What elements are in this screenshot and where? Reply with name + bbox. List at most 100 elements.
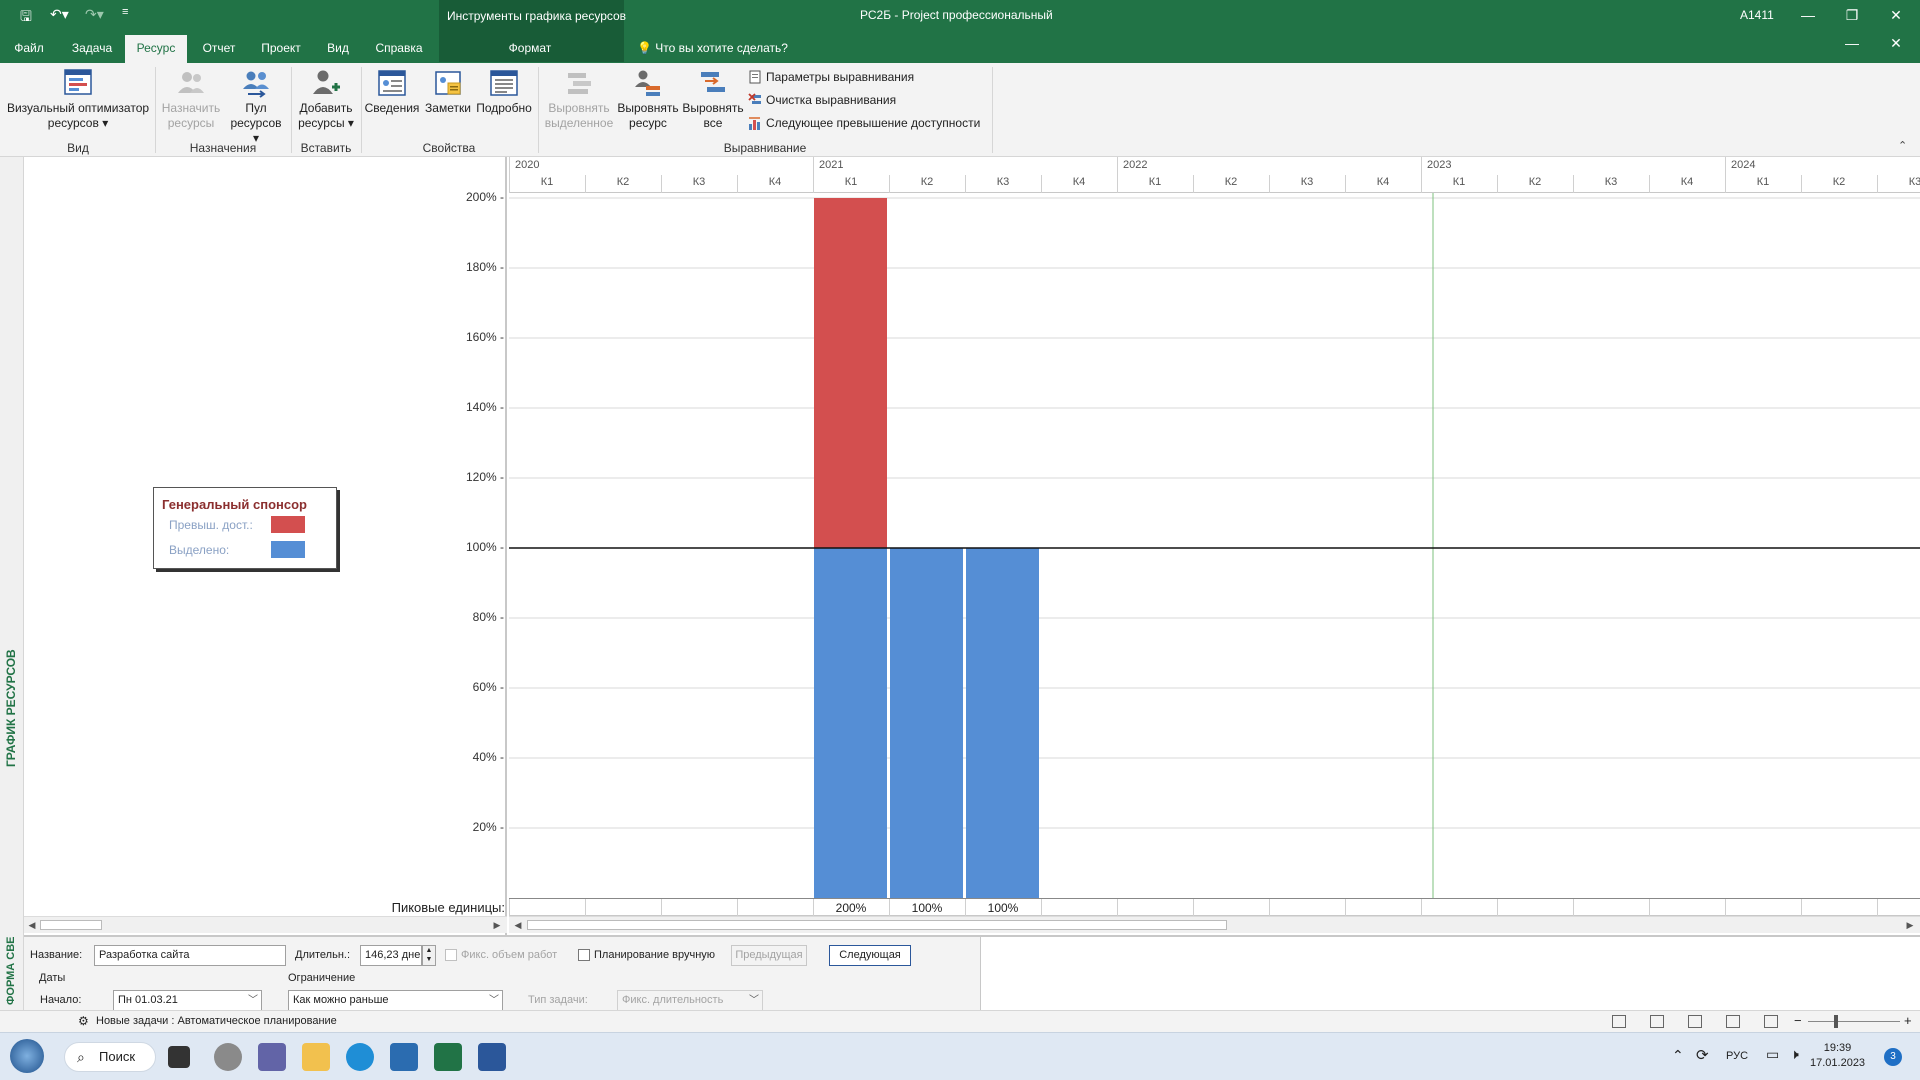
peak-divider <box>1269 899 1270 916</box>
zoom-slider-track[interactable] <box>1808 1021 1900 1022</box>
information-button[interactable]: Сведения <box>364 67 420 116</box>
visual-optimizer-button[interactable]: Визуальный оптимизатор ресурсов ▾ <box>4 67 152 131</box>
scroll-left-arrow[interactable]: ◀ <box>26 919 38 931</box>
peak-divider <box>1497 899 1498 916</box>
scroll-thumb[interactable] <box>40 920 102 930</box>
chart-hscroll[interactable]: ◀ ▶ <box>509 916 1920 933</box>
level-all-button[interactable]: Выровнять все <box>680 67 746 131</box>
fixed-work-checkbox[interactable] <box>445 949 457 961</box>
task-name-input[interactable]: Разработка сайта <box>94 945 286 966</box>
start-date-select[interactable]: Пн 01.03.21 ﹀ <box>113 990 262 1011</box>
minimize-button[interactable]: — <box>1788 3 1828 27</box>
level-selection-button[interactable]: Выровнять выделенное <box>542 67 616 131</box>
view-resource-sheet-icon[interactable] <box>1726 1015 1740 1028</box>
edge-icon[interactable] <box>346 1043 374 1071</box>
view-task-usage-icon[interactable] <box>1650 1015 1664 1028</box>
tab-format[interactable]: Формат <box>475 35 585 63</box>
add-resources-button[interactable]: Добавить ресурсы ▾ <box>294 67 358 131</box>
next-overallocation-button[interactable]: Следующее превышение доступности <box>748 116 980 130</box>
ribbon-minimize-button[interactable]: — <box>1832 31 1872 55</box>
redo-icon[interactable]: ↷▾ <box>85 6 104 23</box>
group-label-insert: Вставить <box>300 141 352 155</box>
resource-graph-plot <box>509 193 1920 898</box>
timescale-quarter: К1 <box>1756 176 1770 188</box>
taskbar-clock[interactable]: 19:39 17.01.2023 <box>1810 1041 1865 1071</box>
resource-pool-button[interactable]: Пул ресурсов ▾ <box>226 67 286 146</box>
tab-report[interactable]: Отчет <box>196 35 242 63</box>
timescale-quarter: К2 <box>1528 176 1542 188</box>
view-gantt-icon[interactable] <box>1612 1015 1626 1028</box>
tab-task[interactable]: Задача <box>68 35 116 63</box>
timescale-divider <box>889 175 890 193</box>
restore-button[interactable]: ❐ <box>1832 3 1872 27</box>
zoom-slider-thumb[interactable] <box>1834 1015 1838 1028</box>
notes-button[interactable]: Заметки <box>422 67 474 116</box>
sync-icon[interactable]: ⟳ <box>1696 1046 1709 1064</box>
zoom-in-button[interactable]: + <box>1904 1013 1912 1028</box>
collapse-ribbon-icon[interactable]: ⌃ <box>1898 139 1907 152</box>
volume-icon[interactable]: 🕨 <box>1790 1046 1799 1063</box>
tab-file[interactable]: Файл <box>6 35 52 63</box>
scroll-thumb[interactable] <box>527 920 1227 930</box>
store-icon[interactable] <box>390 1043 418 1071</box>
constraint-select[interactable]: Как можно раньше ﹀ <box>288 990 503 1011</box>
doc-close-button[interactable]: ✕ <box>1876 31 1916 55</box>
view-team-planner-icon[interactable] <box>1688 1015 1702 1028</box>
task-type-select[interactable]: Фикс. длительность ﹀ <box>617 990 763 1011</box>
fixed-work-label: Фикс. объем работ <box>461 949 558 961</box>
widgets-icon[interactable] <box>214 1043 242 1071</box>
view-report-icon[interactable] <box>1764 1015 1778 1028</box>
status-text[interactable]: Новые задачи : Автоматическое планирован… <box>96 1015 337 1027</box>
user-name[interactable]: А1411 <box>1740 8 1774 22</box>
task-view-icon[interactable] <box>168 1046 190 1068</box>
assign-resources-button[interactable]: Назначить ресурсы <box>158 67 224 131</box>
manual-schedule-checkbox[interactable] <box>578 949 590 961</box>
undo-icon[interactable]: ↶▾ <box>50 6 69 23</box>
word-icon[interactable] <box>478 1043 506 1071</box>
previous-button[interactable]: Предыдущая <box>731 945 807 966</box>
status-bar: ⚙ Новые задачи : Автоматическое планиров… <box>0 1010 1920 1032</box>
tab-resource[interactable]: Ресурс <box>125 35 187 63</box>
details-button[interactable]: Подробно <box>474 67 534 116</box>
tab-project[interactable]: Проект <box>255 35 307 63</box>
start-date-value: Пн 01.03.21 <box>118 994 178 1006</box>
close-button[interactable]: ✕ <box>1876 3 1916 27</box>
start-icon[interactable] <box>10 1039 44 1073</box>
clear-leveling-icon <box>748 93 761 104</box>
allocated-bar <box>814 548 887 898</box>
constraint-section-label: Ограничение <box>288 972 356 984</box>
assign-people-icon <box>178 72 204 93</box>
teams-icon[interactable] <box>258 1043 286 1071</box>
task-name-label: Название: <box>30 949 83 961</box>
taskbar-search[interactable]: ⌕ Поиск <box>64 1042 156 1072</box>
peak-units-row: 200% 100% 100% <box>509 898 1920 916</box>
scroll-right-arrow[interactable]: ▶ <box>1904 919 1916 931</box>
scroll-right-arrow[interactable]: ▶ <box>491 919 503 931</box>
zoom-out-button[interactable]: − <box>1794 1013 1802 1028</box>
save-icon[interactable]: 🖫 <box>20 6 32 30</box>
peak-divider <box>1877 899 1878 916</box>
customize-qa-icon[interactable]: ≡ <box>122 6 128 18</box>
notification-badge[interactable]: 3 <box>1884 1048 1902 1066</box>
monitor-icon[interactable]: ▭ <box>1766 1046 1779 1063</box>
duration-stepper[interactable]: ▲ ▼ <box>422 945 436 966</box>
scroll-left-arrow[interactable]: ◀ <box>512 919 524 931</box>
project-app-icon[interactable] <box>434 1043 462 1071</box>
left-hscroll[interactable]: ◀ ▶ <box>24 916 507 933</box>
tab-view[interactable]: Вид <box>318 35 358 63</box>
lightbulb-icon: 💡 <box>637 41 652 55</box>
timescale-year: 2023 <box>1427 159 1452 171</box>
leveling-options-button[interactable]: Параметры выравнивания <box>748 70 914 84</box>
chevron-up-icon[interactable]: ⌃ <box>1672 1047 1684 1064</box>
file-explorer-icon[interactable] <box>302 1043 330 1071</box>
tab-help[interactable]: Справка <box>368 35 430 63</box>
language-indicator[interactable]: РУС <box>1726 1050 1748 1062</box>
duration-input[interactable]: 146,23 дне <box>360 945 422 966</box>
clear-leveling-button[interactable]: Очистка выравнивания <box>748 93 896 107</box>
timescale-divider <box>1801 175 1802 193</box>
next-button[interactable]: Следующая <box>829 945 911 966</box>
timescale-divider <box>1649 175 1650 193</box>
tell-me-search[interactable]: 💡 Что вы хотите сделать? <box>637 41 788 55</box>
add-label-1: Добавить <box>299 101 353 115</box>
level-resource-button[interactable]: Выровнять ресурс <box>616 67 680 131</box>
